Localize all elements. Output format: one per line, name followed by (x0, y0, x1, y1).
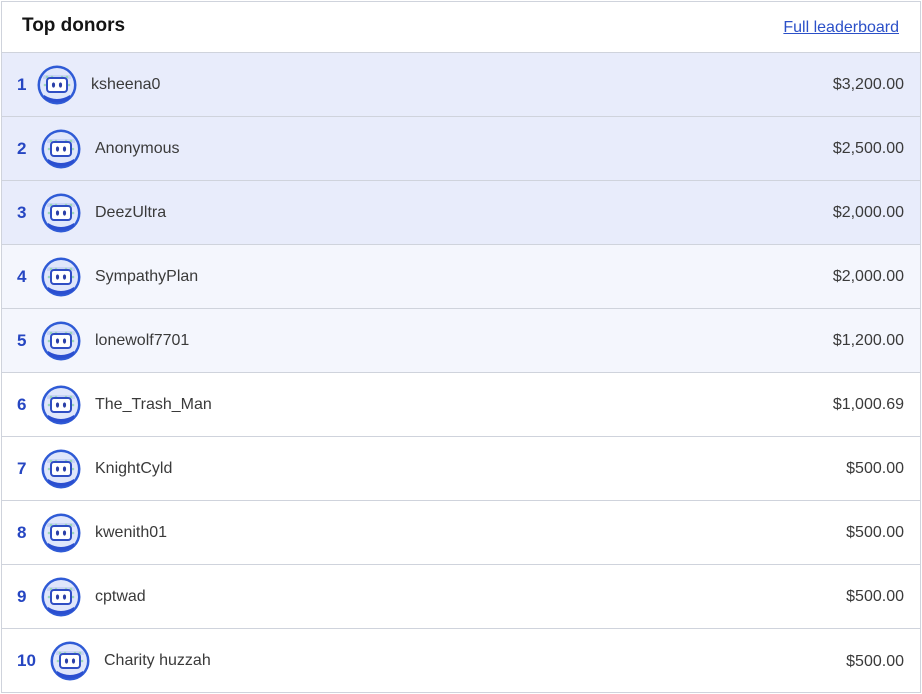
donor-rank: 5 (17, 330, 27, 350)
robot-face-icon (41, 513, 81, 553)
donor-name: kwenith01 (95, 523, 168, 541)
robot-face-icon (41, 385, 81, 425)
robot-face-icon (41, 577, 81, 617)
donor-rank: 3 (17, 202, 27, 222)
donor-rank: 8 (17, 522, 27, 542)
robot-face-icon (41, 449, 81, 489)
donor-rank: 10 (17, 651, 36, 670)
donor-row[interactable]: 8 kwenith01 $500.00 (2, 501, 920, 565)
donor-name: Charity huzzah (104, 652, 211, 669)
donor-row[interactable]: 3 DeezUltra $2,000.00 (2, 181, 920, 245)
donation-amount: $500.00 (846, 652, 904, 670)
donor-list: 1 ksheena0 $3,200.00 2 Anonymous $2,500.… (2, 53, 920, 693)
donation-amount: $1,200.00 (832, 332, 904, 349)
robot-face-icon (41, 257, 81, 297)
donor-rank: 2 (17, 138, 27, 158)
donor-name: DeezUltra (95, 203, 167, 221)
donation-amount: $2,500.00 (832, 140, 904, 157)
donor-rank: 7 (17, 458, 27, 478)
panel-title: Top donors (22, 15, 126, 36)
robot-face-icon (41, 193, 81, 233)
donor-row[interactable]: 7 KnightCyld $500.00 (2, 437, 920, 501)
robot-face-icon (37, 65, 77, 105)
donor-name: ksheena0 (91, 75, 161, 93)
panel-header: Top donors Full leaderboard (2, 2, 920, 53)
donor-row[interactable]: 6 The_Trash_Man $1,000.69 (2, 373, 920, 437)
donation-amount: $3,200.00 (832, 76, 904, 93)
top-donors-panel: Top donors Full leaderboard 1 ksheena0 $3… (1, 1, 921, 693)
donor-row[interactable]: 5 lonewolf7701 $1,200.00 (2, 309, 920, 373)
donor-rank: 1 (17, 74, 27, 94)
donation-amount: $500.00 (846, 460, 904, 477)
donation-amount: $500.00 (846, 524, 904, 541)
donor-name: SympathyPlan (95, 267, 199, 285)
donor-row[interactable]: 4 SympathyPlan $2,000.00 (2, 245, 920, 309)
donor-rank: 9 (17, 586, 27, 606)
donor-row[interactable]: 10 Charity huzzah $500.00 (2, 629, 920, 693)
donor-row[interactable]: 1 ksheena0 $3,200.00 (2, 53, 920, 117)
donor-name: KnightCyld (95, 459, 173, 477)
donor-name: cptwad (95, 587, 146, 605)
donor-name: The_Trash_Man (95, 395, 212, 413)
donor-row[interactable]: 2 Anonymous $2,500.00 (2, 117, 920, 181)
donor-rank: 6 (17, 394, 27, 414)
donation-amount: $2,000.00 (832, 268, 904, 285)
full-leaderboard-link[interactable]: Full leaderboard (783, 19, 899, 37)
robot-face-icon (50, 641, 90, 681)
donation-amount: $500.00 (846, 588, 904, 605)
robot-face-icon (41, 321, 81, 361)
donor-name: Anonymous (95, 139, 180, 157)
donor-row[interactable]: 9 cptwad $500.00 (2, 565, 920, 629)
donor-name: lonewolf7701 (95, 331, 190, 349)
donor-rank: 4 (17, 266, 27, 286)
robot-face-icon (41, 129, 81, 169)
donation-amount: $1,000.69 (832, 396, 904, 413)
donation-amount: $2,000.00 (832, 204, 904, 221)
